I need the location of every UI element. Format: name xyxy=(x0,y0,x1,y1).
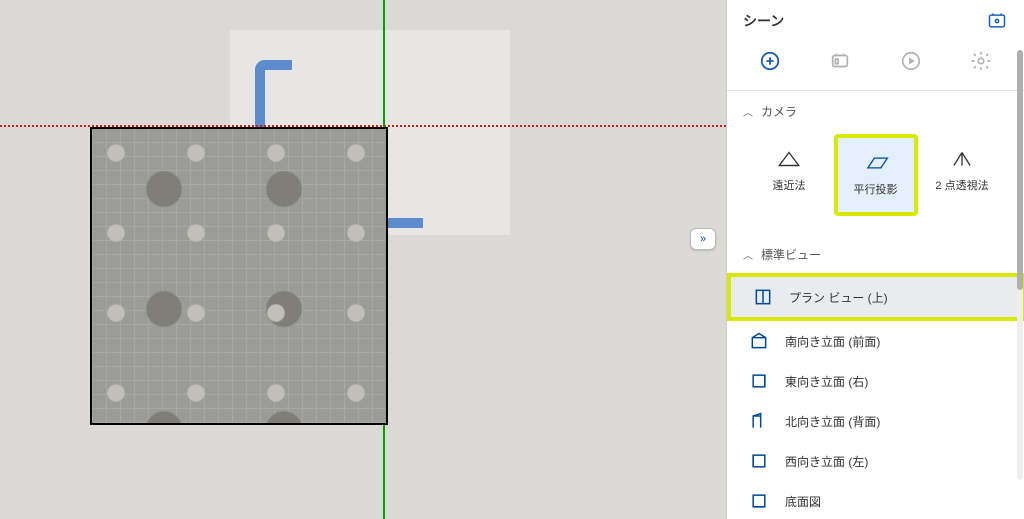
view-label: 南向き立面 (前面) xyxy=(785,333,880,350)
section-camera-title: カメラ xyxy=(761,103,797,120)
scenes-window-icon[interactable] xyxy=(986,10,1008,32)
camera-mode-two-point[interactable]: 2 点透視法 xyxy=(920,134,1004,208)
view-label: プラン ビュー (上) xyxy=(789,289,888,306)
camera-mode-label: 平行投影 xyxy=(854,181,898,197)
right-view-icon xyxy=(749,371,769,391)
section-camera-header[interactable]: ︿ カメラ xyxy=(727,91,1024,130)
view-label: 西向き立面 (左) xyxy=(785,453,868,470)
panel-actions xyxy=(727,40,1024,91)
view-back[interactable]: 北向き立面 (背面) xyxy=(727,401,1024,441)
update-scene-button[interactable] xyxy=(829,50,851,72)
camera-modes: 遠近法 平行投影 2 点透視法 xyxy=(727,130,1024,234)
chevron-up-icon: ︿ xyxy=(743,247,753,262)
model-image[interactable] xyxy=(90,127,388,425)
bottom-view-icon xyxy=(749,491,769,511)
back-view-icon xyxy=(749,411,769,431)
camera-mode-label: 2 点透視法 xyxy=(935,177,988,193)
standard-views-list: プラン ビュー (上) 南向き立面 (前面) 東向き立面 (右) xyxy=(727,273,1024,519)
panel-header: シーン xyxy=(727,0,1024,40)
view-left[interactable]: 西向き立面 (左) xyxy=(727,441,1024,481)
panel-title: シーン xyxy=(743,11,784,31)
panel-collapse-button[interactable]: » xyxy=(690,228,716,250)
play-animation-button[interactable] xyxy=(900,50,922,72)
scene-settings-button[interactable] xyxy=(970,50,992,72)
front-view-icon xyxy=(749,331,769,351)
view-plan-top[interactable]: プラン ビュー (上) xyxy=(727,273,1024,321)
scenes-panel: シーン ︿ xyxy=(726,0,1024,519)
camera-mode-perspective[interactable]: 遠近法 xyxy=(747,134,831,208)
plan-view-icon xyxy=(753,287,773,307)
view-label: 東向き立面 (右) xyxy=(785,373,868,390)
model-viewport[interactable]: » xyxy=(0,0,726,519)
chevron-right-double-icon: » xyxy=(700,233,706,245)
section-views-title: 標準ビュー xyxy=(761,246,821,263)
view-label: 北向き立面 (背面) xyxy=(785,413,880,430)
panel-scrollbar-thumb[interactable] xyxy=(1017,50,1023,290)
add-scene-button[interactable] xyxy=(759,50,781,72)
view-front[interactable]: 南向き立面 (前面) xyxy=(727,321,1024,361)
panel-scrollbar[interactable] xyxy=(1017,50,1023,480)
view-label: 底面図 xyxy=(785,493,821,510)
camera-mode-parallel[interactable]: 平行投影 xyxy=(834,134,918,216)
view-right[interactable]: 東向き立面 (右) xyxy=(727,361,1024,401)
chevron-up-icon: ︿ xyxy=(743,104,753,119)
view-bottom[interactable]: 底面図 xyxy=(727,481,1024,519)
left-view-icon xyxy=(749,451,769,471)
camera-mode-label: 遠近法 xyxy=(773,177,806,193)
section-views-header[interactable]: ︿ 標準ビュー xyxy=(727,234,1024,273)
